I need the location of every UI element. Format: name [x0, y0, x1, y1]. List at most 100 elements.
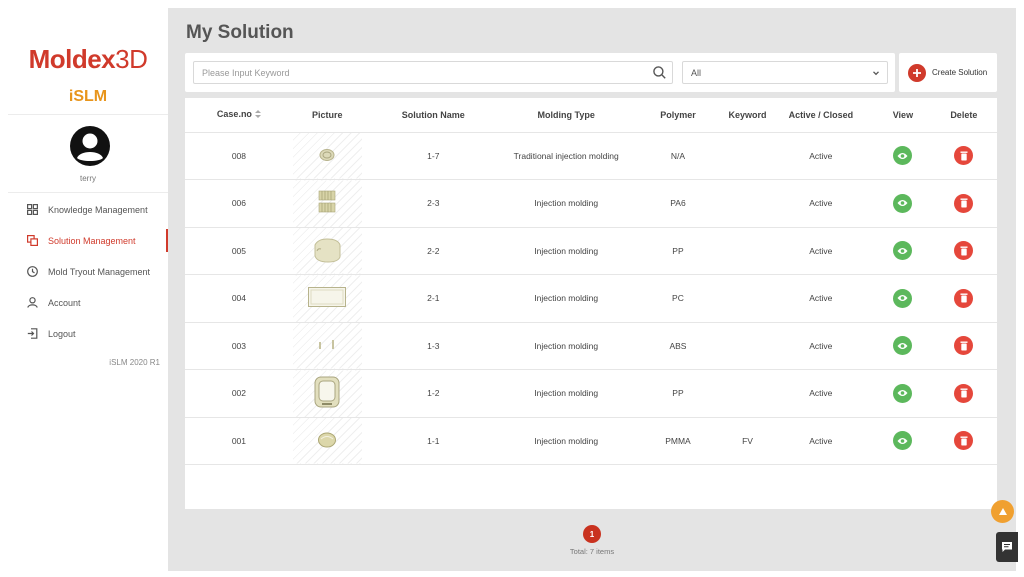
arrow-up-icon: [998, 507, 1007, 515]
sidebar-item-logout[interactable]: Logout: [8, 318, 168, 349]
part-thumbnail: [312, 238, 342, 265]
sidebar-item-knowledge-management[interactable]: Knowledge Management: [8, 194, 168, 225]
eye-icon: [897, 295, 908, 302]
chat-icon: [1002, 542, 1012, 552]
cell-keyword: [728, 322, 767, 370]
cell-delete: [930, 179, 997, 228]
cell-status: Active: [766, 132, 876, 180]
sidebar-item-mold-tryout-management[interactable]: Mold Tryout Management: [8, 256, 168, 287]
chevron-down-icon: [873, 71, 879, 76]
view-button[interactable]: [893, 241, 913, 261]
table-row[interactable]: 006 2-3 Injection molding PA6 Active: [185, 179, 997, 228]
sort-icon[interactable]: [254, 110, 261, 120]
pagination-page-1[interactable]: 1: [583, 525, 601, 543]
cell-picture[interactable]: [292, 369, 362, 418]
view-button[interactable]: [893, 336, 913, 356]
part-thumbnail: [312, 376, 342, 412]
plus-icon: [908, 63, 926, 82]
cell-case-no: 004: [185, 274, 293, 323]
sidebar-nav: Knowledge Management Solution Management…: [8, 194, 168, 349]
cell-case-no: 003: [185, 322, 293, 370]
scroll-top-button[interactable]: [991, 500, 1014, 523]
cell-status: Active: [766, 417, 876, 465]
table-row[interactable]: 004 2-1 Injection molding PC Active: [185, 274, 997, 323]
filter-select[interactable]: All: [682, 61, 888, 84]
sidebar-item-label: Logout: [48, 328, 76, 339]
view-button[interactable]: [893, 193, 913, 213]
cell-case-no: 008: [185, 132, 293, 180]
cell-picture[interactable]: [292, 179, 362, 228]
filter-select-value: All: [691, 67, 702, 78]
delete-button[interactable]: [954, 431, 974, 451]
cell-solution-name: 2-2: [361, 227, 505, 275]
avatar-icon[interactable]: [69, 125, 111, 167]
cell-molding-type: Injection molding: [504, 369, 628, 418]
sidebar-item-solution-management[interactable]: Solution Management: [8, 225, 168, 256]
view-button[interactable]: [893, 431, 913, 451]
delete-button[interactable]: [954, 146, 974, 166]
header-polymer: Polymer: [627, 98, 729, 133]
cell-keyword: FV: [728, 417, 767, 465]
cell-polymer: N/A: [627, 132, 729, 180]
cell-picture[interactable]: [292, 322, 362, 370]
cell-picture[interactable]: [292, 274, 362, 323]
cell-solution-name: 1-3: [361, 322, 505, 370]
cell-keyword: [728, 369, 767, 418]
cell-picture[interactable]: [292, 132, 362, 180]
user-icon: [26, 297, 38, 309]
view-button[interactable]: [893, 146, 913, 166]
part-thumbnail: [307, 287, 347, 310]
delete-button[interactable]: [954, 193, 974, 213]
cell-polymer: PP: [627, 227, 729, 275]
delete-button[interactable]: [954, 288, 974, 308]
cell-keyword: [728, 132, 767, 180]
cell-molding-type: Injection molding: [504, 179, 628, 228]
delete-button[interactable]: [954, 383, 974, 403]
cell-solution-name: 1-7: [361, 132, 505, 180]
solution-table: Case.no Picture Solution Name Molding Ty…: [185, 98, 997, 465]
create-solution-button[interactable]: Create Solution: [899, 53, 997, 92]
cell-polymer: ABS: [627, 322, 729, 370]
solution-table-container: Case.no Picture Solution Name Molding Ty…: [185, 98, 997, 509]
header-solution-name: Solution Name: [361, 98, 505, 133]
eye-icon: [897, 152, 908, 159]
search-icon[interactable]: [653, 66, 666, 79]
table-row[interactable]: 002 1-2 Injection molding PP Active: [185, 369, 997, 418]
delete-button[interactable]: [954, 336, 974, 356]
sidebar-item-account[interactable]: Account: [8, 287, 168, 318]
create-solution-label: Create Solution: [932, 68, 988, 77]
islm-brand: iSLM: [68, 88, 108, 105]
page-title: My Solution: [186, 22, 294, 43]
part-thumbnail: [317, 432, 337, 450]
cell-molding-type: Injection molding: [504, 227, 628, 275]
trash-icon: [960, 388, 968, 398]
table-row[interactable]: 001 1-1 Injection molding PMMA FV Active: [185, 417, 997, 465]
table-row[interactable]: 005 2-2 Injection molding PP Active: [185, 227, 997, 275]
cell-picture[interactable]: [292, 227, 362, 275]
cell-view: [875, 227, 931, 275]
table-row[interactable]: 008 1-7 Traditional injection molding N/A Ac…: [185, 132, 997, 180]
header-keyword: Keyword: [728, 98, 767, 133]
username: terry: [80, 174, 96, 183]
view-button[interactable]: [893, 288, 913, 308]
delete-button[interactable]: [954, 241, 974, 261]
header-case-no[interactable]: Case.no: [185, 98, 293, 133]
cell-view: [875, 417, 931, 465]
cell-delete: [930, 132, 997, 180]
eye-icon: [897, 200, 908, 207]
cell-case-no: 006: [185, 179, 293, 228]
trash-icon: [960, 246, 968, 256]
cell-delete: [930, 369, 997, 418]
search-input[interactable]: [193, 61, 673, 84]
eye-icon: [897, 342, 908, 349]
cell-molding-type: Injection molding: [504, 322, 628, 370]
cell-view: [875, 132, 931, 180]
trash-icon: [960, 293, 968, 303]
eye-icon: [897, 437, 908, 444]
trash-icon: [960, 341, 968, 351]
view-button[interactable]: [893, 383, 913, 403]
cell-view: [875, 322, 931, 370]
table-row[interactable]: 003 1-3 Injection molding ABS Active: [185, 322, 997, 370]
chat-button[interactable]: [996, 532, 1018, 562]
cell-picture[interactable]: [292, 417, 362, 465]
